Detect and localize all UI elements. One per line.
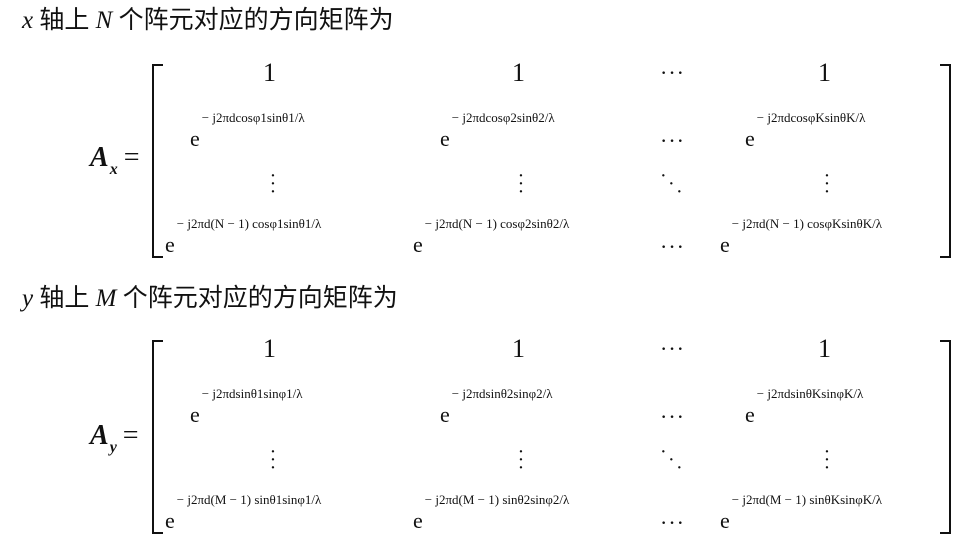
axis-symbol-y: y — [22, 285, 34, 312]
heading-y: y 轴上 M 个阵元对应的方向矩阵为 — [22, 284, 398, 314]
matrix-cell: e− j2πd(M − 1) sinθ1sinφ1/λ — [165, 492, 321, 534]
matrix-cell: e− j2πd(N − 1) cosφ2sinθ2/λ — [413, 216, 569, 258]
matrix-cell: 1 — [512, 58, 525, 87]
exp-base: e — [720, 232, 730, 257]
exponent: − j2πd(N − 1) cosφ2sinθ2/λ — [424, 216, 570, 231]
matrix-cell: 1 — [263, 334, 276, 363]
exp-base: e — [720, 508, 730, 533]
exp-base: e — [745, 126, 755, 151]
exponent: − j2πd(M − 1) sinθ1sinφ1/λ — [176, 492, 322, 507]
heading-x-text1: 轴上 — [33, 7, 96, 34]
exponent: − j2πdsinθ1sinφ1/λ — [201, 386, 303, 401]
matrix-cell: 1 — [818, 334, 831, 363]
matrix-cell: 1 — [512, 334, 525, 363]
matrix-cell: e− j2πd(N − 1) cosφ1sinθ1/λ — [165, 216, 321, 258]
vdots: · · · — [823, 165, 831, 203]
vdots: · · · — [269, 165, 277, 203]
equals-sign: = — [122, 420, 139, 451]
matrix-cell: e− j2πdsinθ1sinφ1/λ — [190, 386, 303, 428]
vdots: · · · — [517, 441, 525, 479]
exp-base: e — [440, 126, 450, 151]
matrix-ay-label: Ay = — [90, 420, 139, 456]
matrix-cell: e− j2πd(M − 1) sinθKsinφK/λ — [720, 492, 882, 534]
hdots: ··· — [660, 60, 685, 85]
exponent: − j2πdcosφKsinθK/λ — [756, 110, 866, 125]
hdots: ··· — [660, 128, 685, 153]
exp-base: e — [190, 126, 200, 151]
hdots: ··· — [660, 510, 685, 535]
count-symbol-n: N — [95, 7, 113, 34]
exponent: − j2πdsinθ2sinφ2/λ — [451, 386, 553, 401]
matrix-cell: 1 — [818, 58, 831, 87]
exponent: − j2πdsinθKsinφK/λ — [756, 386, 864, 401]
matrix-ax-label: Ax = — [90, 142, 140, 178]
matrix-cell: e− j2πdcosφ2sinθ2/λ — [440, 110, 555, 152]
hdots: ··· — [660, 336, 685, 361]
exp-base: e — [190, 402, 200, 427]
left-bracket — [152, 340, 163, 534]
matrix-symbol: A — [90, 420, 109, 451]
right-bracket — [940, 340, 951, 534]
equals-sign: = — [123, 142, 140, 173]
exponent: − j2πdcosφ1sinθ1/λ — [201, 110, 305, 125]
matrix-cell: e− j2πdcosφKsinθK/λ — [745, 110, 865, 152]
matrix-symbol: A — [90, 142, 109, 173]
vdots: · · · — [269, 441, 277, 479]
matrix-cell: e− j2πdsinθKsinφK/λ — [745, 386, 863, 428]
exp-base: e — [440, 402, 450, 427]
right-bracket — [940, 64, 951, 258]
matrix-cell: 1 — [263, 58, 276, 87]
matrix-subscript: y — [109, 439, 117, 456]
exp-base: e — [165, 508, 175, 533]
exponent: − j2πd(M − 1) sinθ2sinφ2/λ — [424, 492, 570, 507]
heading-y-text2: 个阵元对应的方向矩阵为 — [116, 285, 398, 312]
matrix-cell: e− j2πd(N − 1) cosφKsinθK/λ — [720, 216, 882, 258]
exponent: − j2πd(M − 1) sinθKsinφK/λ — [731, 492, 883, 507]
left-bracket — [152, 64, 163, 258]
ddots: · · · — [660, 441, 683, 479]
hdots: ··· — [660, 234, 685, 259]
heading-x-text2: 个阵元对应的方向矩阵为 — [112, 7, 394, 34]
count-symbol-m: M — [95, 285, 117, 312]
exp-base: e — [413, 508, 423, 533]
exp-base: e — [413, 232, 423, 257]
matrix-cell: e− j2πd(M − 1) sinθ2sinφ2/λ — [413, 492, 569, 534]
matrix-cell: e− j2πdcosφ1sinθ1/λ — [190, 110, 305, 152]
exponent: − j2πd(N − 1) cosφKsinθK/λ — [731, 216, 883, 231]
axis-symbol-x: x — [22, 7, 34, 34]
ddots: · · · — [660, 165, 683, 203]
exponent: − j2πdcosφ2sinθ2/λ — [451, 110, 555, 125]
vdots: · · · — [517, 165, 525, 203]
exp-base: e — [745, 402, 755, 427]
hdots: ··· — [660, 404, 685, 429]
heading-x: x 轴上 N 个阵元对应的方向矩阵为 — [22, 6, 394, 36]
vdots: · · · — [823, 441, 831, 479]
exponent: − j2πd(N − 1) cosφ1sinθ1/λ — [176, 216, 322, 231]
exp-base: e — [165, 232, 175, 257]
matrix-cell: e− j2πdsinθ2sinφ2/λ — [440, 386, 553, 428]
heading-y-text1: 轴上 — [33, 285, 96, 312]
matrix-subscript: x — [109, 161, 118, 178]
